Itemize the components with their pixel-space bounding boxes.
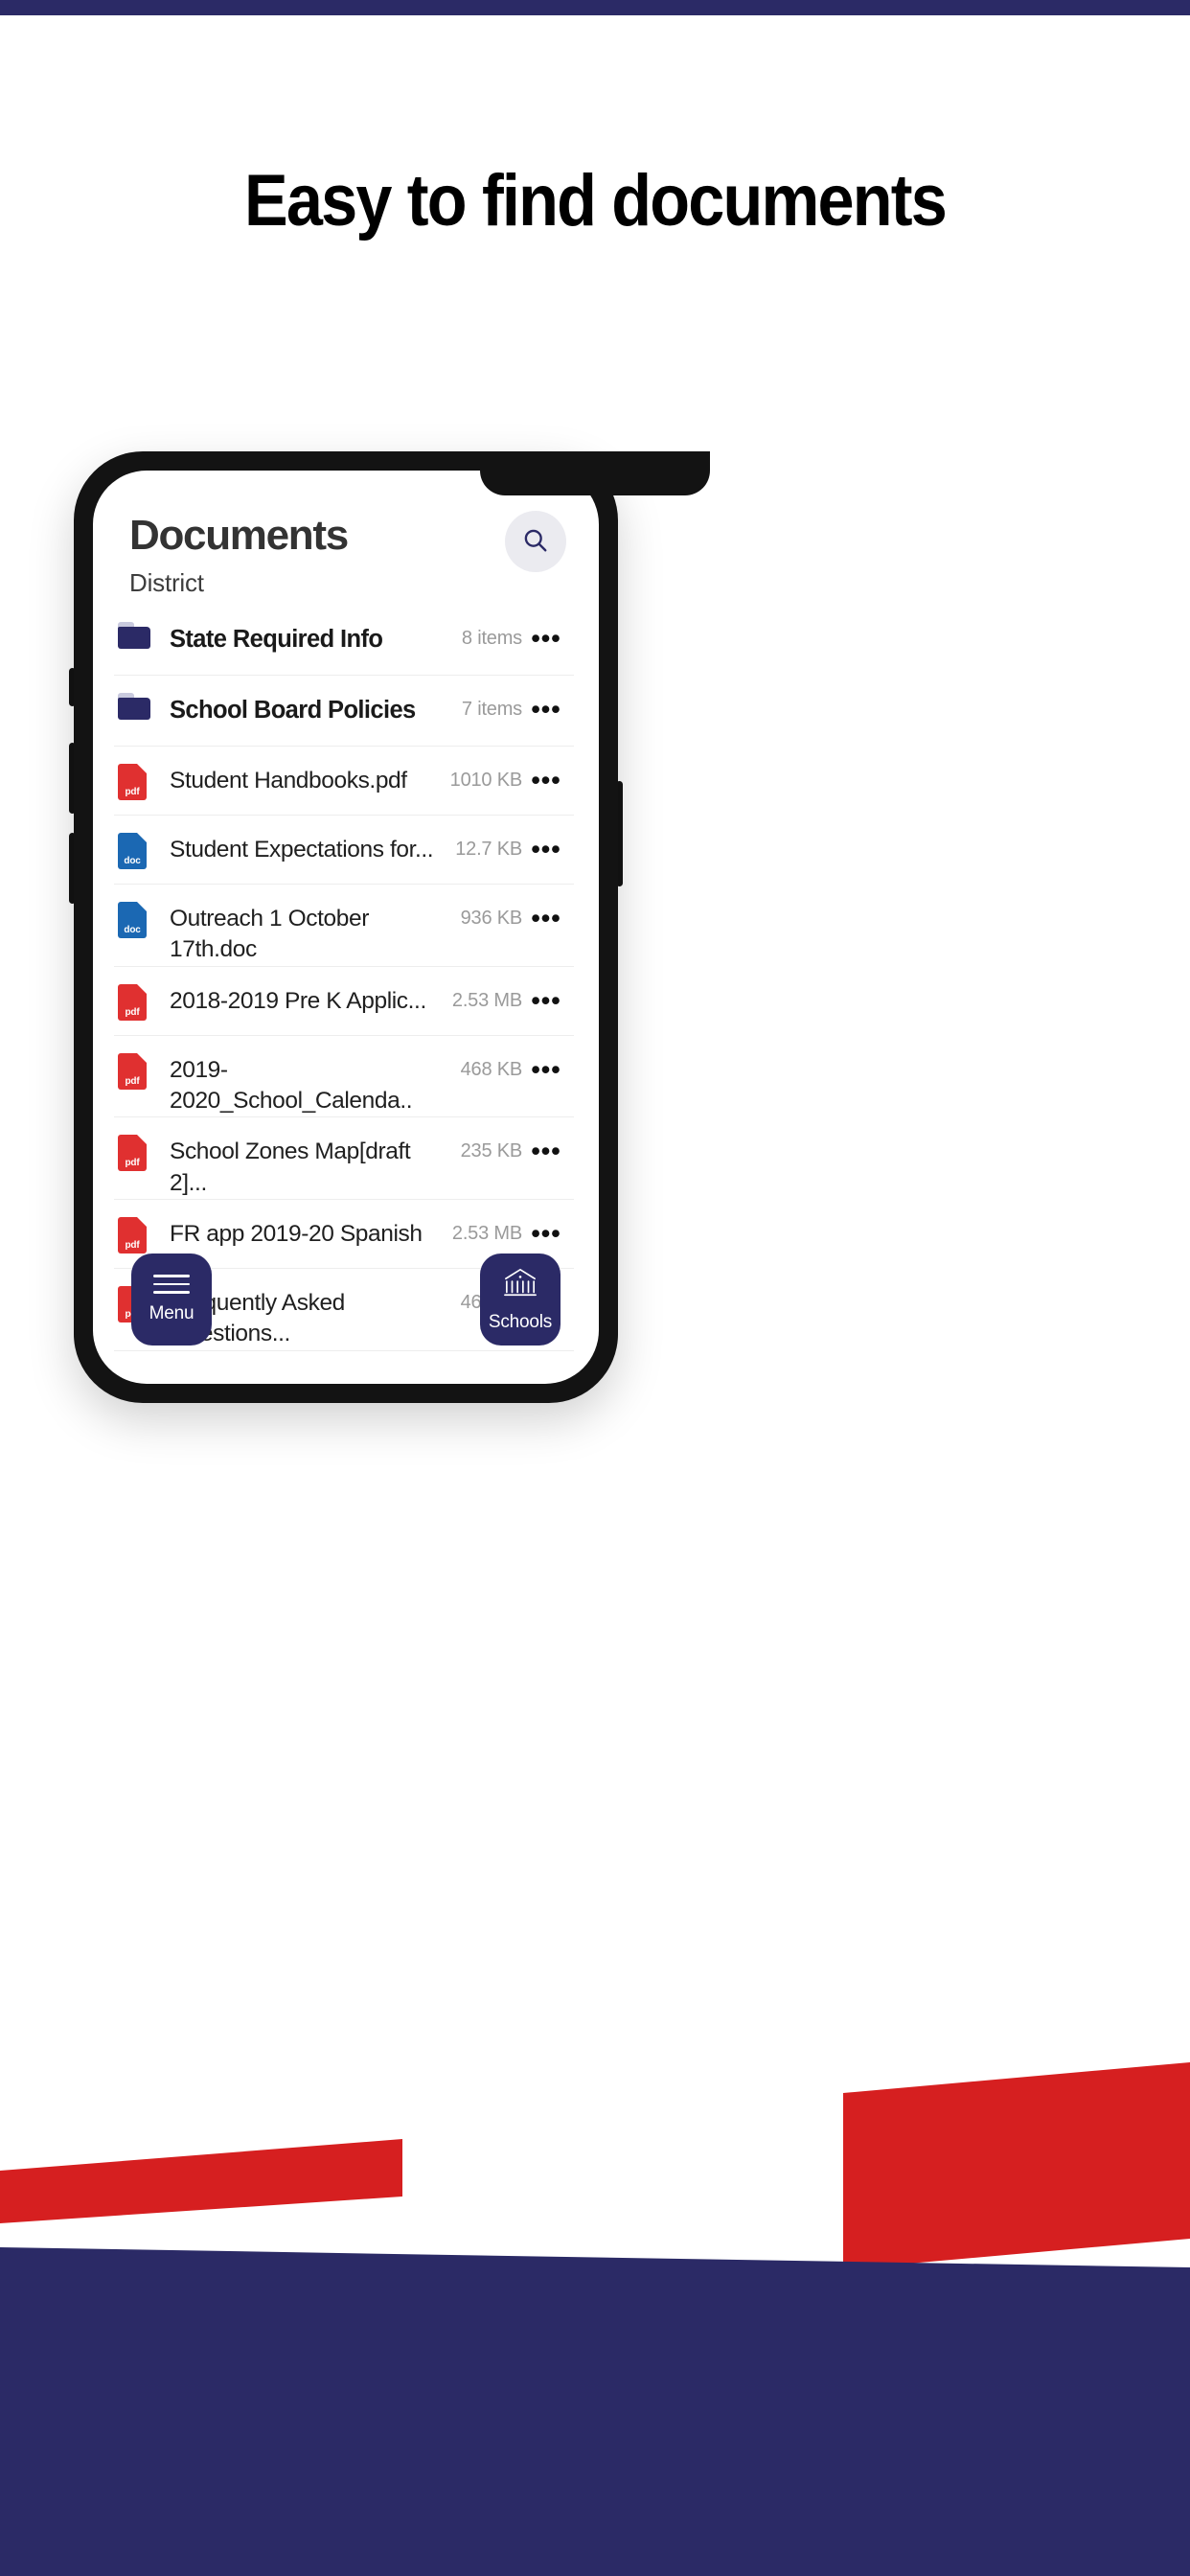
row-more-options-button[interactable]: ••• bbox=[522, 967, 570, 1014]
pdf-file-icon: pdf bbox=[118, 1135, 147, 1172]
row-name: Student Handbooks.pdf bbox=[170, 768, 407, 794]
search-button[interactable] bbox=[505, 511, 566, 572]
row-name: School Zones Map[draft 2]... bbox=[170, 1138, 411, 1196]
hamburger-menu-icon bbox=[153, 1275, 190, 1294]
row-more-options-button[interactable]: ••• bbox=[522, 885, 570, 932]
doc-file-icon: doc bbox=[118, 902, 147, 938]
file-row[interactable]: pdf 2019-2020_School_Calenda.. 468 KB ••• bbox=[114, 1036, 574, 1118]
row-name: Outreach 1 October 17th.doc bbox=[170, 906, 369, 963]
file-row[interactable]: pdf 2018-2019 Pre K Applic... 2.53 MB ••• bbox=[114, 967, 574, 1036]
file-row[interactable]: doc Outreach 1 October 17th.doc 936 KB ••• bbox=[114, 885, 574, 967]
doc-file-icon: doc bbox=[118, 833, 147, 869]
row-meta: 468 KB bbox=[460, 1058, 523, 1080]
row-icon-cell: pdf bbox=[118, 747, 164, 800]
row-icon-cell: pdf bbox=[118, 1117, 164, 1172]
row-icon-cell bbox=[118, 676, 164, 720]
row-meta: 8 items bbox=[461, 628, 522, 649]
file-row[interactable]: doc Student Expectations for... 12.7 KB ••• bbox=[114, 816, 574, 885]
phone-mockup: Documents District State Required Info 8 … bbox=[74, 451, 618, 1403]
row-more-options-button[interactable]: ••• bbox=[522, 1117, 570, 1164]
row-more-options-button[interactable]: ••• bbox=[522, 816, 570, 862]
file-list[interactable]: State Required Info 8 items ••• School Boar… bbox=[93, 605, 599, 1351]
red-band-right bbox=[843, 2062, 1190, 2269]
pdf-file-icon: pdf bbox=[118, 983, 147, 1021]
navy-base-block bbox=[0, 2247, 1190, 2576]
pdf-file-icon: pdf bbox=[118, 1216, 147, 1254]
row-icon-cell: doc bbox=[118, 816, 164, 869]
row-icon-cell: pdf bbox=[118, 1200, 164, 1254]
menu-button[interactable]: Menu bbox=[131, 1254, 212, 1346]
red-band-left bbox=[0, 2139, 402, 2223]
row-meta: 235 KB bbox=[460, 1140, 523, 1162]
documents-title: Documents bbox=[129, 512, 349, 559]
folder-icon bbox=[118, 622, 150, 649]
phone-screen: Documents District State Required Info 8 … bbox=[93, 471, 599, 1384]
schools-button[interactable]: Schools bbox=[480, 1254, 561, 1346]
row-meta: 1010 KB bbox=[449, 770, 523, 791]
schools-button-label: Schools bbox=[488, 1311, 553, 1332]
menu-button-label: Menu bbox=[149, 1302, 195, 1323]
phone-notch bbox=[480, 451, 710, 495]
folder-row[interactable]: State Required Info 8 items ••• bbox=[114, 605, 574, 676]
row-icon-cell: doc bbox=[118, 885, 164, 938]
folder-row[interactable]: School Board Policies 7 items ••• bbox=[114, 676, 574, 747]
row-meta: 2.53 MB bbox=[451, 989, 522, 1011]
row-more-options-button[interactable]: ••• bbox=[522, 676, 570, 723]
page-title: Easy to find documents bbox=[244, 160, 948, 242]
row-more-options-button[interactable]: ••• bbox=[522, 747, 570, 794]
row-name: 2018-2019 Pre K Applic... bbox=[170, 987, 426, 1014]
row-meta: 12.7 KB bbox=[455, 839, 522, 860]
row-icon-cell bbox=[118, 605, 164, 649]
school-building-icon bbox=[500, 1267, 540, 1302]
row-more-options-button[interactable]: ••• bbox=[522, 1200, 570, 1247]
file-row[interactable]: pdf Student Handbooks.pdf 1010 KB ••• bbox=[114, 747, 574, 816]
pdf-file-icon: pdf bbox=[118, 764, 147, 800]
row-name: FR app 2019-20 Spanish bbox=[170, 1220, 423, 1247]
row-more-options-button[interactable]: ••• bbox=[522, 605, 570, 652]
row-icon-cell: pdf bbox=[118, 967, 164, 1021]
pdf-file-icon: pdf bbox=[118, 1052, 147, 1090]
row-name: Student Expectations for... bbox=[170, 837, 434, 862]
documents-subtitle: District bbox=[129, 568, 204, 597]
search-icon bbox=[521, 526, 550, 558]
row-name: School Board Policies bbox=[170, 697, 416, 724]
file-row[interactable]: pdf School Zones Map[draft 2]... 235 KB ••• bbox=[114, 1117, 574, 1200]
row-meta: 2.53 MB bbox=[451, 1222, 522, 1244]
row-name: 2019-2020_School_Calenda.. bbox=[170, 1056, 413, 1114]
row-meta: 7 items bbox=[461, 699, 522, 720]
row-icon-cell: pdf bbox=[118, 1036, 164, 1090]
folder-icon bbox=[118, 693, 150, 720]
row-meta: 936 KB bbox=[460, 908, 523, 929]
row-more-options-button[interactable]: ••• bbox=[522, 1036, 570, 1083]
row-name: State Required Info bbox=[170, 626, 383, 653]
